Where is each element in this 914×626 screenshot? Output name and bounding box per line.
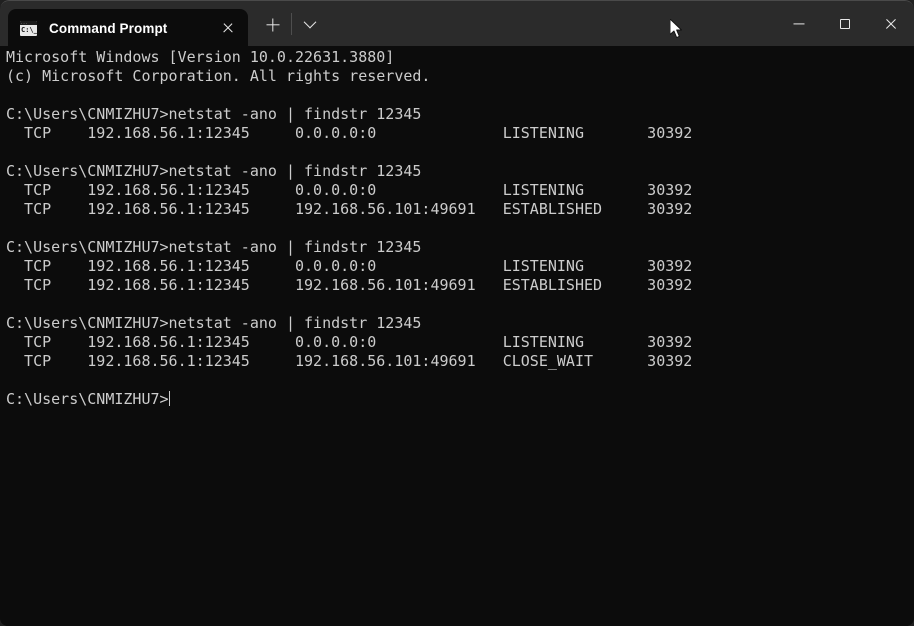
- window-close-button[interactable]: [868, 1, 914, 46]
- maximize-button[interactable]: [822, 1, 868, 46]
- tab-strip: ··· C:\_ Command Prompt: [0, 1, 248, 47]
- title-bar[interactable]: ··· C:\_ Command Prompt: [0, 0, 914, 47]
- chevron-down-icon: [303, 15, 317, 29]
- console-text: Microsoft Windows [Version 10.0.22631.38…: [6, 48, 693, 408]
- tab-close-icon[interactable]: [214, 15, 242, 41]
- tab-dropdown-button[interactable]: [296, 10, 324, 39]
- new-tab-button[interactable]: [258, 10, 288, 39]
- tab-command-prompt[interactable]: ··· C:\_ Command Prompt: [8, 9, 248, 47]
- minimize-button[interactable]: [776, 1, 822, 46]
- tab-bar-divider: [291, 13, 292, 35]
- command-prompt-icon: ··· C:\_: [20, 20, 37, 36]
- window-controls: [776, 1, 914, 46]
- command-prompt-icon-label: C:\_: [21, 25, 37, 34]
- text-caret: [168, 391, 171, 406]
- command-prompt-window: ··· C:\_ Command Prompt Microsoft Window…: [0, 0, 914, 626]
- tab-title: Command Prompt: [49, 20, 168, 36]
- console-output-area[interactable]: Microsoft Windows [Version 10.0.22631.38…: [0, 46, 914, 626]
